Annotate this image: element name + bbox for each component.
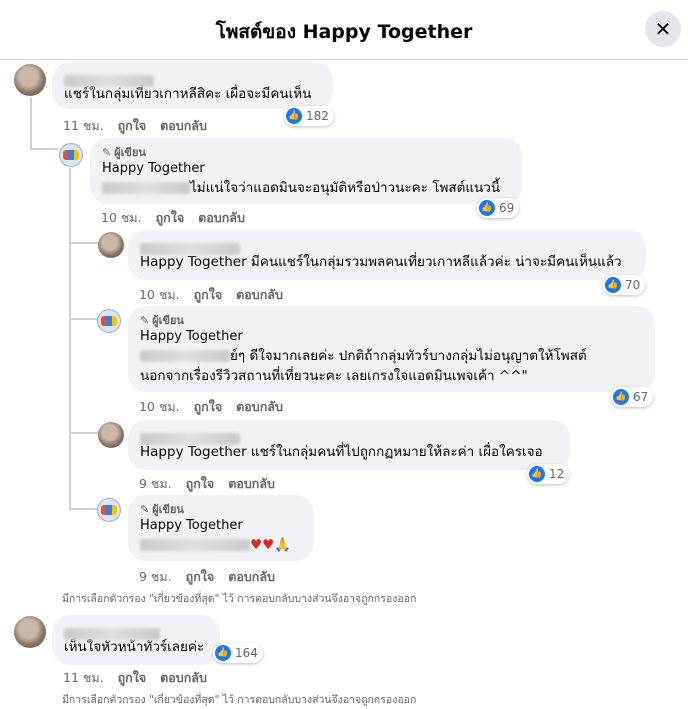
comment-text: Happy Together แชร์ในกลุ่มคนที่ไปถูกกฏหม… (140, 444, 543, 460)
dialog-header: โพสต์ของ Happy Together ✕ (0, 0, 688, 60)
pencil-icon: ✎ (140, 503, 150, 516)
reaction-count[interactable]: 👍 69 (477, 198, 520, 218)
comment-text-line-2: นอกจากเรื่องรีวิวสถานที่เที่ยวนะคะ เลยเก… (140, 368, 528, 384)
dialog-title: โพสต์ของ Happy Together (215, 21, 473, 43)
reply-button[interactable]: ตอบกลับ (228, 567, 275, 587)
reaction-count[interactable]: 👍 70 (603, 275, 646, 295)
reply-button[interactable]: ตอบกลับ (160, 668, 207, 688)
comment-meta: 11 ชม. ถูกใจ ตอบกลับ (63, 668, 207, 688)
comment-author[interactable]: Happy Together (140, 517, 302, 535)
reply-button[interactable]: ตอบกลับ (228, 474, 275, 494)
blurred-name[interactable] (140, 539, 250, 551)
blurred-name[interactable] (140, 350, 230, 362)
comment-author[interactable]: Happy Together (102, 160, 510, 178)
avatar[interactable] (98, 232, 124, 258)
thread-line (30, 98, 32, 148)
blurred-name[interactable] (64, 74, 154, 87)
like-button[interactable]: ถูกใจ (194, 285, 223, 305)
avatar[interactable] (98, 422, 124, 448)
avatar[interactable] (14, 616, 46, 648)
comment-text: แชร์ในกลุ่มเที่ยวเกาหลีสิคะ เผื่อจะมีคนเ… (64, 86, 312, 102)
comment-text-line-1: ย์ๆ ดีใจมากเลยค่ะ ปกติถ้ากลุ่มทัวร์บางกล… (230, 348, 587, 364)
comment-bubble: ✎ ผู้เขียน Happy Together ย์ๆ ดีใจมากเลยค… (128, 306, 655, 392)
comment-text: Happy Together มีคนแชร์ในกลุ่มรวมพลคนเที… (140, 254, 622, 270)
thread-line (69, 242, 99, 244)
like-button[interactable]: ถูกใจ (186, 474, 215, 494)
filter-note: มีการเลือกตัวกรอง "เกี่ยวข้องที่สุด" ไว้… (62, 694, 417, 706)
comment-author[interactable]: Happy Together (140, 328, 643, 346)
like-icon: 👍 (479, 200, 495, 216)
thread-line (69, 318, 97, 320)
like-icon: 👍 (215, 645, 231, 661)
like-icon: 👍 (529, 466, 545, 482)
thread-line (69, 168, 71, 510)
comment-time[interactable]: 11 ชม. (63, 116, 104, 136)
reply-button[interactable]: ตอบกลับ (236, 397, 283, 417)
reply-button[interactable]: ตอบกลับ (198, 208, 245, 228)
author-badge: ✎ ผู้เขียน (140, 314, 184, 327)
reaction-count[interactable]: 👍 67 (611, 387, 654, 407)
comment-bubble: ✎ ผู้เขียน Happy Together ♥♥🙏 (128, 495, 314, 561)
pencil-icon: ✎ (140, 314, 150, 327)
like-button[interactable]: ถูกใจ (186, 567, 215, 587)
comment-time[interactable]: 9 ชม. (139, 567, 172, 587)
comment-meta: 10 ชม. ถูกใจ ตอบกลับ (139, 397, 283, 417)
close-icon: ✕ (654, 17, 672, 41)
like-button[interactable]: ถูกใจ (118, 668, 147, 688)
blurred-name[interactable] (140, 432, 240, 445)
pencil-icon: ✎ (102, 146, 112, 159)
reply-button[interactable]: ตอบกลับ (160, 116, 207, 136)
comment-time[interactable]: 10 ชม. (139, 397, 180, 417)
comment-bubble: เห็นใจหัวหน้าทัวร์เลยค่ะ (52, 615, 220, 665)
page-avatar[interactable] (97, 498, 121, 522)
comment-time[interactable]: 10 ชม. (101, 208, 142, 228)
like-icon: 👍 (286, 108, 302, 124)
comment-meta: 10 ชม. ถูกใจ ตอบกลับ (101, 208, 245, 228)
author-badge: ✎ ผู้เขียน (102, 146, 146, 159)
page-avatar[interactable] (97, 309, 121, 333)
comment-text: เห็นใจหัวหน้าทัวร์เลยค่ะ (64, 639, 205, 655)
comment-meta: 9 ชม. ถูกใจ ตอบกลับ (139, 474, 275, 494)
comment-text: ♥♥🙏 (250, 537, 292, 553)
like-button[interactable]: ถูกใจ (118, 116, 147, 136)
blurred-name[interactable] (140, 242, 240, 255)
comment-meta: 9 ชม. ถูกใจ ตอบกลับ (139, 567, 275, 587)
thread-line (69, 508, 97, 510)
comment-meta: 10 ชม. ถูกใจ ตอบกลับ (139, 285, 283, 305)
comment-bubble: แชร์ในกลุ่มเที่ยวเกาหลีสิคะ เผื่อจะมีคนเ… (52, 62, 333, 109)
filter-note: มีการเลือกตัวกรอง "เกี่ยวข้องที่สุด" ไว้… (62, 593, 417, 605)
thread-line (69, 432, 99, 434)
like-icon: 👍 (605, 277, 621, 293)
blurred-name[interactable] (102, 182, 190, 194)
comment-time[interactable]: 9 ชม. (139, 474, 172, 494)
reaction-count[interactable]: 👍 182 (284, 106, 334, 126)
comment-time[interactable]: 10 ชม. (139, 285, 180, 305)
close-button[interactable]: ✕ (645, 11, 681, 47)
comment-time[interactable]: 11 ชม. (63, 668, 104, 688)
author-badge: ✎ ผู้เขียน (140, 503, 184, 516)
reaction-count[interactable]: 👍 164 (213, 643, 263, 663)
like-icon: 👍 (613, 389, 629, 405)
like-button[interactable]: ถูกใจ (156, 208, 185, 228)
thread-line (30, 148, 58, 150)
page-avatar[interactable] (59, 143, 83, 167)
comment-bubble: ✎ ผู้เขียน Happy Together ไม่แน่ใจว่าแอดม… (90, 138, 522, 204)
comment-meta: 11 ชม. ถูกใจ ตอบกลับ (63, 116, 207, 136)
avatar[interactable] (14, 64, 46, 96)
comment-bubble: Happy Together มีคนแชร์ในกลุ่มรวมพลคนเที… (128, 230, 646, 280)
comment-text: ไม่แน่ใจว่าแอดมินจะอนุมัติหรือป่าวนะคะ โ… (190, 180, 501, 196)
blurred-name[interactable] (64, 627, 160, 640)
reply-button[interactable]: ตอบกลับ (236, 285, 283, 305)
like-button[interactable]: ถูกใจ (194, 397, 223, 417)
comment-bubble: Happy Together แชร์ในกลุ่มคนที่ไปถูกกฏหม… (128, 420, 570, 470)
reaction-count[interactable]: 👍 12 (527, 464, 570, 484)
